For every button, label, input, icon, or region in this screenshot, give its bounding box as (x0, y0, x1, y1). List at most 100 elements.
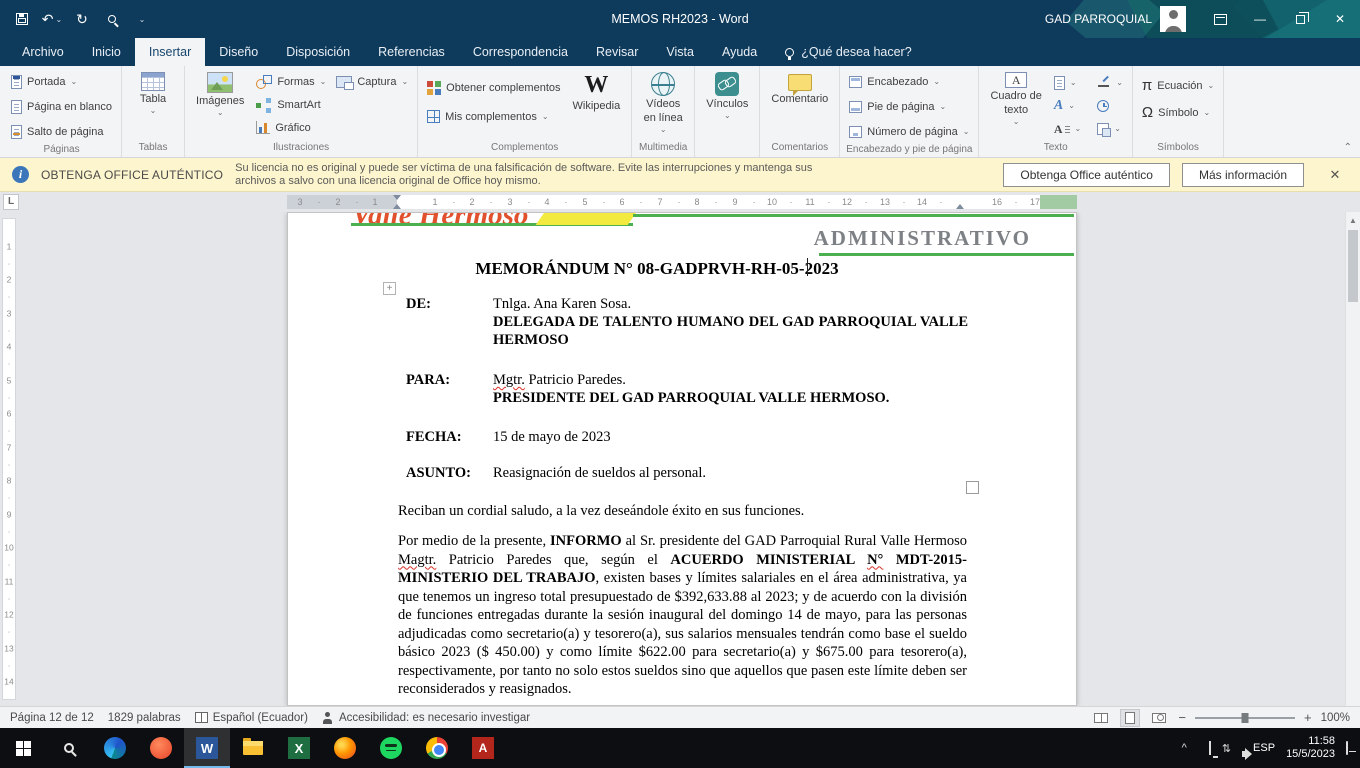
ribbon-display-options-button[interactable] (1200, 0, 1240, 38)
taskbar-edge-button[interactable] (92, 728, 138, 768)
tell-me-search[interactable]: ¿Qué desea hacer? (771, 38, 926, 66)
windows-logo-icon (16, 741, 31, 756)
date-time-button[interactable] (1093, 95, 1127, 116)
table-resize-handle[interactable] (966, 481, 979, 494)
ruler-tick: 13 (880, 195, 890, 209)
edge-icon (104, 737, 126, 759)
my-add-ins-button[interactable]: Mis complementos⌄ (423, 105, 552, 128)
table-move-handle[interactable]: + (383, 282, 396, 295)
page-indicator[interactable]: Página 12 de 12 (10, 712, 94, 724)
tab-referencias[interactable]: Referencias (364, 38, 459, 66)
symbol-button[interactable]: ΩSímbolo⌄ (1138, 101, 1214, 124)
footer-button[interactable]: Pie de página⌄ (845, 95, 950, 118)
close-button[interactable]: ✕ (1320, 0, 1360, 38)
show-hidden-icons-button[interactable]: ^ (1182, 742, 1187, 754)
tab-insertar[interactable]: Insertar (135, 38, 205, 66)
ruler-tick: 4 (3, 343, 15, 352)
zoom-out-button[interactable]: − (1178, 710, 1186, 725)
tab-revisar[interactable]: Revisar (582, 38, 652, 66)
links-button[interactable]: Vínculos⌄ (700, 70, 754, 120)
smartart-button[interactable]: SmartArt (252, 93, 324, 116)
taskbar-chrome-button[interactable] (414, 728, 460, 768)
taskbar-search-button[interactable] (46, 728, 92, 768)
scrollbar-thumb[interactable] (1348, 230, 1358, 302)
screenshot-button[interactable]: Captura⌄ (332, 70, 412, 93)
web-layout-button[interactable] (1149, 709, 1169, 727)
cover-page-button[interactable]: Portada⌄ (7, 70, 81, 93)
get-add-ins-button[interactable]: Obtener complementos (423, 76, 564, 99)
language-switcher[interactable]: ESP (1253, 742, 1275, 754)
page-number-button[interactable]: Número de página⌄ (845, 120, 973, 143)
blank-page-button[interactable]: Página en blanco (7, 95, 116, 118)
vertical-scrollbar[interactable]: ▲ (1345, 212, 1360, 706)
save-button[interactable] (8, 4, 36, 34)
taskbar-acrobat-button[interactable]: A (460, 728, 506, 768)
tab-diseno[interactable]: Diseño (205, 38, 272, 66)
proofing-status[interactable]: Español (Ecuador) (195, 712, 308, 724)
page-break-button[interactable]: Salto de página (7, 120, 107, 143)
wikipedia-button[interactable]: WWikipedia (567, 70, 627, 112)
document-page[interactable]: Valle Hermoso ADMINISTRATIVO MEMORÁNDUM … (287, 212, 1077, 706)
notification-center-button[interactable] (1346, 742, 1348, 754)
tray-network-button[interactable]: ⇅ (1222, 742, 1231, 755)
object-button[interactable]: ⌄ (1093, 118, 1127, 139)
more-info-button[interactable]: Más información (1182, 163, 1304, 187)
undo-button[interactable]: ↶⌄ (38, 4, 66, 34)
tab-archivo[interactable]: Archivo (8, 38, 78, 66)
vertical-ruler[interactable]: 1·2·3·4·5·6·7·8·9·10·11·12·13·14 (2, 218, 16, 700)
text-box-button[interactable]: ACuadro detexto⌄ (984, 70, 1047, 126)
get-genuine-office-button[interactable]: Obtenga Office auténtico (1003, 163, 1170, 187)
taskbar-brave-button[interactable] (138, 728, 184, 768)
repeat-button[interactable]: ↻ (68, 4, 96, 34)
taskbar-spotify-button[interactable] (368, 728, 414, 768)
accessibility-status[interactable]: Accesibilidad: es necesario investigar (322, 712, 530, 724)
chart-button[interactable]: Gráfico (252, 116, 314, 139)
drop-cap-button[interactable]: A⌄ (1050, 118, 1085, 139)
clock[interactable]: 11:58 15/5/2023 (1286, 735, 1335, 761)
word-count[interactable]: 1829 palabras (108, 712, 181, 724)
zoom-slider[interactable] (1195, 717, 1295, 719)
tab-disposicion[interactable]: Disposición (272, 38, 364, 66)
tab-inicio[interactable]: Inicio (78, 38, 135, 66)
quick-parts-button[interactable]: ⌄ (1050, 72, 1085, 93)
minimize-button[interactable]: — (1240, 0, 1280, 38)
restore-button[interactable] (1280, 0, 1320, 38)
equation-button[interactable]: πEcuación⌄ (1138, 74, 1218, 97)
customize-quick-access-button[interactable]: ⌄ (128, 4, 156, 34)
account-name[interactable]: GAD PARROQUIAL (1045, 12, 1152, 26)
taskbar-firefox-button[interactable] (322, 728, 368, 768)
read-mode-button[interactable] (1091, 709, 1111, 727)
avatar[interactable] (1160, 6, 1186, 32)
pictures-button[interactable]: Imágenes⌄ (190, 70, 250, 117)
taskbar-file-explorer-button[interactable] (230, 728, 276, 768)
hanging-indent-marker[interactable] (393, 204, 401, 209)
banner-close-button[interactable]: ✕ (1322, 167, 1348, 183)
zoom-in-button[interactable]: + (1304, 710, 1312, 725)
ribbon-tab-row: Archivo Inicio Insertar Diseño Disposici… (0, 38, 1360, 66)
header-icon (849, 76, 862, 88)
start-button[interactable] (0, 728, 46, 768)
tab-correspondencia[interactable]: Correspondencia (459, 38, 582, 66)
tab-vista[interactable]: Vista (652, 38, 708, 66)
tab-ayuda[interactable]: Ayuda (708, 38, 771, 66)
header-button[interactable]: Encabezado⌄ (845, 70, 944, 93)
print-layout-button[interactable] (1120, 709, 1140, 727)
wordart-button[interactable]: A⌄ (1050, 95, 1085, 116)
taskbar-excel-button[interactable]: X (276, 728, 322, 768)
table-button[interactable]: Tabla⌄ (127, 70, 179, 115)
scroll-up-icon[interactable]: ▲ (1346, 212, 1360, 225)
collapse-ribbon-button[interactable]: ⌃ (1344, 142, 1352, 153)
tray-display-button[interactable] (1209, 742, 1211, 754)
zoom-level[interactable]: 100% (1321, 712, 1350, 724)
comment-button[interactable]: Comentario (765, 70, 834, 105)
signature-line-button[interactable]: ⌄ (1093, 72, 1127, 93)
horizontal-ruler[interactable]: L 3·2·11·2·3·4·5·6·7·8·9·10·11·12·13·14·… (0, 192, 1360, 212)
online-videos-button[interactable]: Vídeosen línea⌄ (637, 70, 689, 134)
shapes-button[interactable]: Formas⌄ (252, 70, 330, 93)
first-line-indent-marker[interactable] (393, 195, 401, 200)
zoom-slider-thumb[interactable] (1241, 713, 1248, 723)
right-indent-marker[interactable] (956, 204, 964, 209)
taskbar-word-button[interactable]: W (184, 728, 230, 768)
symbol-label: Símbolo (1158, 107, 1198, 119)
find-button[interactable] (98, 4, 126, 34)
